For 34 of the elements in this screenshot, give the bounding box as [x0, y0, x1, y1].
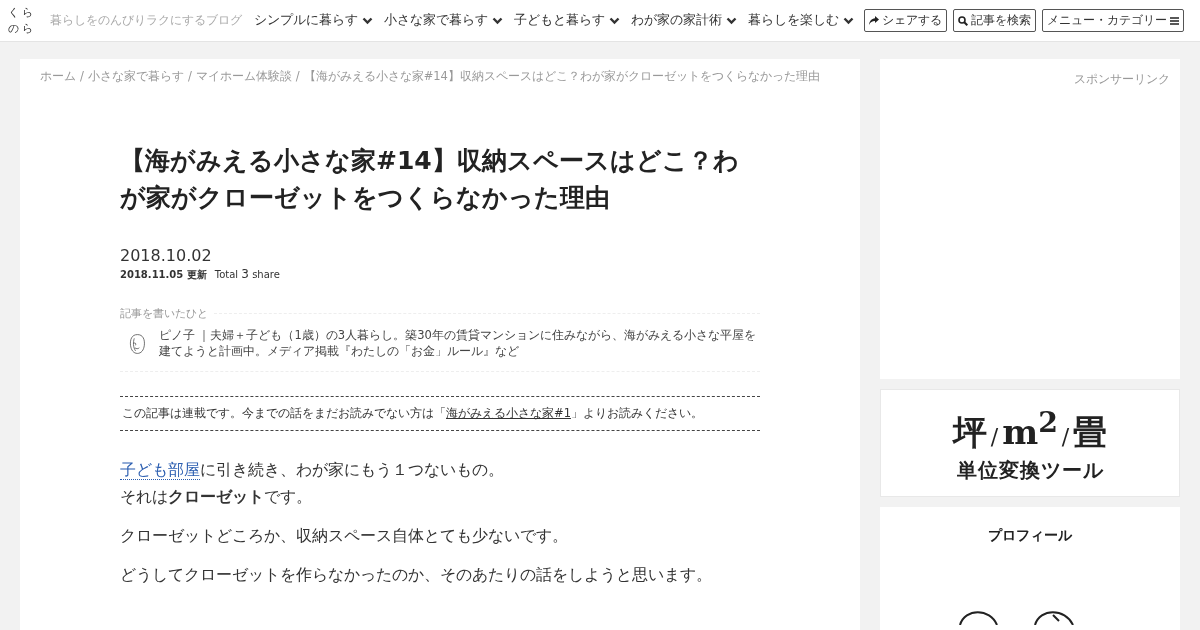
title-separator: /	[990, 423, 999, 452]
author-bio: ピノ子 ｜夫婦＋子ども（1歳）の3人暮らし。築30年の賃貸マンションに住みながら、海がみえる小さな平屋を建てようと計画中。メディア掲載『わたしの「お金」ルール』など	[158, 327, 757, 360]
breadcrumb-separator: /	[80, 69, 84, 84]
series-notice: この記事は連載です。今までの話をまだお読みでない方は「海がみえる小さな家#1」よりお読みください。	[120, 396, 760, 431]
article-title: 【海がみえる小さな家#14】収納スペースはどこ？わが家がクローゼットをつくらなかった理由	[120, 145, 740, 214]
body-paragraph: 子ども部屋に引き続き、わが家にもう１つないもの。 それはクローゼットです。	[120, 460, 505, 508]
updated-date: 2018.11.05 更新	[120, 268, 207, 282]
share-count: Total 3 share	[214, 267, 280, 281]
profile-heading: プロフィール	[988, 527, 1072, 545]
nav-menu-item[interactable]: 暮らしを楽しむ	[748, 12, 854, 29]
series-link[interactable]: 海がみえる小さな家#1	[446, 406, 571, 420]
sponsored-label: スポンサーリンク	[1074, 72, 1170, 86]
site-tagline: 暮らしをのんびりラクにするブログ	[50, 13, 242, 28]
menu-button[interactable]: メニュー・カテゴリー	[1042, 9, 1184, 32]
search-button[interactable]: 記事を検索	[953, 9, 1036, 32]
nav-menu-item[interactable]: 子どもと暮らす	[514, 12, 620, 29]
nav-menu-item[interactable]: 小さな家で暮らす	[384, 12, 503, 29]
unit-symbol: m$^{2}$	[1002, 403, 1058, 453]
inline-link[interactable]: 子ども部屋	[120, 461, 200, 480]
author-heading: 記事を書いたひと	[120, 306, 208, 321]
body-paragraph: クローゼットどころか、収納スペース自体とても少ないです。	[120, 526, 569, 547]
breadcrumb-separator: /	[295, 69, 300, 84]
body-paragraph: どうしてクローゼットを作らなかったのか、そのあたりの話をしようと思います。	[120, 565, 713, 586]
publish-date: 2018.10.02	[120, 246, 213, 265]
unit-symbol: 坪	[952, 412, 987, 453]
share-button[interactable]: シェアする	[864, 9, 947, 32]
site-logo[interactable]: く ら の ら	[8, 4, 36, 37]
unit-symbol: 畳	[1073, 412, 1108, 453]
nav-menu-item[interactable]: わが家の家計術	[631, 12, 737, 29]
converter-banner[interactable]: 坪/m$^{2}$/畳 単位変換ツール	[880, 389, 1180, 497]
title-separator: /	[1061, 423, 1070, 452]
nav-menu-item[interactable]: シンプルに暮らす	[254, 12, 373, 29]
breadcrumb-separator: /	[187, 69, 192, 84]
banner-subtitle: 単位変換ツール	[956, 457, 1104, 485]
